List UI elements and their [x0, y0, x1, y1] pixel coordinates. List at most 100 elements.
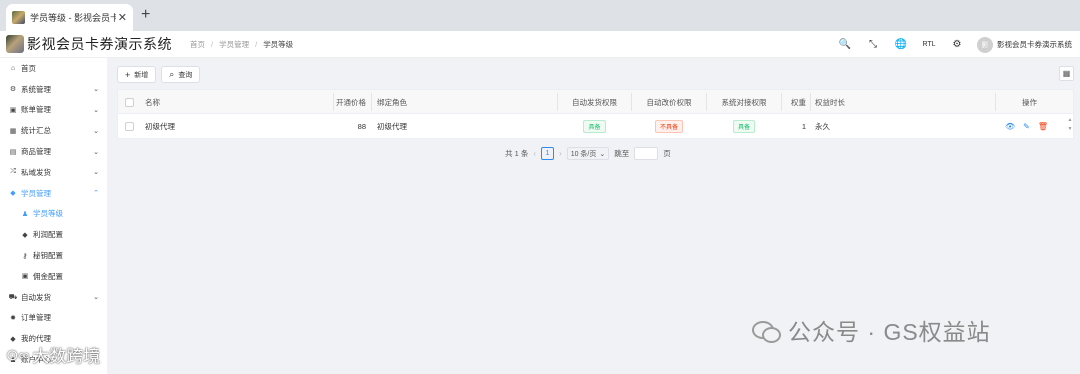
column-header-duration[interactable]: 权益时长 [815, 90, 845, 114]
breadcrumb-separator: / [211, 39, 214, 49]
watermark-text: 公众号 · GS权益站 [788, 319, 991, 345]
home-icon: ⌂ [10, 64, 16, 72]
sidebar-item-label: 系统管理 [21, 84, 51, 94]
chevron-down-icon: ⌄ [93, 106, 99, 114]
cell-price: 88 [357, 121, 366, 131]
chevron-up-icon: ⌃ [93, 190, 99, 198]
breadcrumb-separator: / [255, 39, 258, 49]
chevron-down-icon: ⌄ [93, 294, 99, 302]
bill-icon: ▣ [9, 106, 17, 114]
sidebar-item-students[interactable]: ◆ 学员管理 ⌃ [0, 183, 107, 204]
gear-icon: ✹ [10, 314, 16, 322]
select-all-cell [125, 90, 134, 114]
wechat-watermark: 公众号 · GS权益站 [752, 313, 991, 347]
sidebar-item-private-delivery[interactable]: ⤮ 私域发货 ⌄ [0, 162, 107, 183]
table-scrollbar[interactable]: ▲ ▼ [1066, 116, 1074, 134]
column-header-sys-dock[interactable]: 系统对接权限 [707, 90, 781, 114]
new-tab-button[interactable]: + [141, 6, 150, 24]
breadcrumb-home[interactable]: 首页 [190, 39, 205, 50]
sidebar-item-label: 私域发货 [21, 167, 51, 177]
table-row[interactable]: 初级代理 88 初级代理 具备 不具备 具备 1 永久 👁 ✎ 🗑 [118, 114, 1073, 138]
query-button[interactable]: ⌕ 查询 [161, 66, 201, 83]
page-number-current[interactable]: 1 [541, 147, 555, 160]
prev-page-icon[interactable]: ‹ [533, 149, 536, 158]
sidebar-item-label: 利润配置 [33, 230, 63, 240]
sidebar-item-commission-config[interactable]: ▣ 佣金配置 [0, 266, 107, 287]
favicon-icon [12, 11, 25, 24]
sidebar-item-system[interactable]: ⚙ 系统管理 ⌄ [0, 79, 107, 100]
column-header-role[interactable]: 绑定角色 [377, 90, 407, 114]
sidebar-item-products[interactable]: ▤ 商品管理 ⌄ [0, 141, 107, 162]
status-badge: 具备 [583, 119, 606, 133]
chevron-down-icon: ⌄ [93, 127, 99, 135]
fullscreen-icon[interactable]: ⤡ [859, 39, 887, 50]
column-settings-button[interactable]: ▦ [1059, 66, 1074, 81]
column-header-price[interactable]: 开通价格 [334, 90, 366, 114]
column-header-ops: 操作 [1022, 97, 1037, 107]
tag-icon: ◆ [22, 231, 28, 239]
breadcrumb: 首页 / 学员管理 / 学员等级 [190, 39, 293, 50]
tab-title: 学员等级 - 影视会员卡券演示系统 [30, 13, 116, 23]
sidebar-item-label: 商品管理 [21, 147, 51, 157]
browser-tabbar: 学员等级 - 影视会员卡券演示系统 ✕ + [0, 0, 1080, 31]
jump-label: 跳至 [614, 149, 630, 158]
sidebar-item-student-level[interactable]: ♟ 学员等级 [0, 204, 107, 225]
sidebar-item-profit-config[interactable]: ◆ 利润配置 [0, 224, 107, 245]
money-icon: ▣ [21, 273, 29, 281]
stats-icon: ▦ [9, 127, 17, 135]
sidebar-item-orders[interactable]: ✹ 订单管理 [0, 308, 107, 329]
app-header: 影视会员卡券演示系统 首页 / 学员管理 / 学员等级 🔍 ⤡ 🌐 RTL ⚙ … [0, 31, 1080, 58]
sidebar-item-label: 学员管理 [21, 188, 51, 198]
sidebar-item-label: 佣金配置 [33, 271, 63, 281]
column-header-auto-ship[interactable]: 自动发货权限 [558, 90, 631, 114]
edit-icon[interactable]: ✎ [1023, 122, 1030, 131]
cell-weight: 1 [801, 121, 806, 131]
sidebar-item-key-config[interactable]: ⚷ 秘钥配置 [0, 245, 107, 266]
car-icon: ⛟ [8, 293, 18, 301]
query-button-label: 查询 [178, 71, 193, 79]
jump-page-input[interactable] [634, 147, 659, 160]
column-header-auto-price[interactable]: 自动改价权限 [632, 90, 706, 114]
user-menu[interactable]: 影 影视会员卡券演示系统 [977, 36, 1072, 53]
page-size-value: 10 条/页 [570, 150, 597, 158]
sidebar-item-label: 学员等级 [33, 209, 63, 219]
wechat-icon [752, 319, 781, 343]
column-header-name[interactable]: 名称 [145, 90, 160, 114]
sidebar-item-auto-ship[interactable]: ⛟ 自动发货 ⌄ [0, 287, 107, 308]
globe-icon[interactable]: 🌐 [887, 39, 915, 50]
sidebar-item-home[interactable]: ⌂ 首页 [0, 58, 107, 79]
gears-icon: ⚙ [9, 86, 17, 94]
search-icon[interactable]: 🔍 [831, 39, 859, 50]
breadcrumb-students[interactable]: 学员管理 [219, 39, 249, 50]
delete-icon[interactable]: 🗑 [1038, 122, 1048, 131]
sidebar-item-stats[interactable]: ▦ 统计汇总 ⌄ [0, 120, 107, 141]
table-header-row: 名称 开通价格 绑定角色 自动发货权限 自动改价权限 系统对接权限 权重 权益时… [118, 90, 1073, 114]
pagination: 共 1 条 ‹ 1 › 10 条/页 ⌄ 跳至 页 [505, 146, 671, 161]
view-icon[interactable]: 👁 [1005, 122, 1015, 131]
browser-tab[interactable]: 学员等级 - 影视会员卡券演示系统 ✕ [6, 4, 133, 31]
settings-icon[interactable]: ⚙ [943, 39, 971, 50]
page-suffix-label: 页 [663, 149, 671, 158]
cell-duration: 永久 [815, 121, 830, 131]
rtl-toggle[interactable]: RTL [915, 41, 943, 48]
sidebar-item-label: 订单管理 [21, 313, 51, 323]
sidebar-item-label: 账单管理 [21, 105, 51, 115]
column-header-weight[interactable]: 权重 [782, 90, 806, 114]
row-checkbox[interactable] [125, 121, 134, 131]
sidebar-item-label: 秘钥配置 [33, 251, 63, 261]
user-name: 影视会员卡券演示系统 [997, 40, 1072, 49]
search-icon: ⌕ [169, 69, 175, 79]
page-size-select[interactable]: 10 条/页 ⌄ [566, 147, 610, 160]
avatar: 影 [977, 36, 993, 53]
add-button[interactable]: + 新增 [117, 66, 157, 83]
select-all-checkbox[interactable] [125, 97, 134, 107]
tag-icon: ◆ [10, 190, 16, 198]
sidebar-item-bills[interactable]: ▣ 账单管理 ⌄ [0, 100, 107, 121]
cell-actions: 👁 ✎ 🗑 [1005, 114, 1056, 138]
watermark-logo-icon: ⊙∞ [6, 346, 30, 364]
chevron-down-icon: ⌄ [93, 148, 99, 156]
table-toolbar: + 新增 ⌕ 查询 [117, 66, 201, 83]
close-icon[interactable]: ✕ [118, 11, 127, 24]
breadcrumb-current: 学员等级 [263, 39, 294, 49]
next-page-icon[interactable]: › [559, 149, 562, 158]
